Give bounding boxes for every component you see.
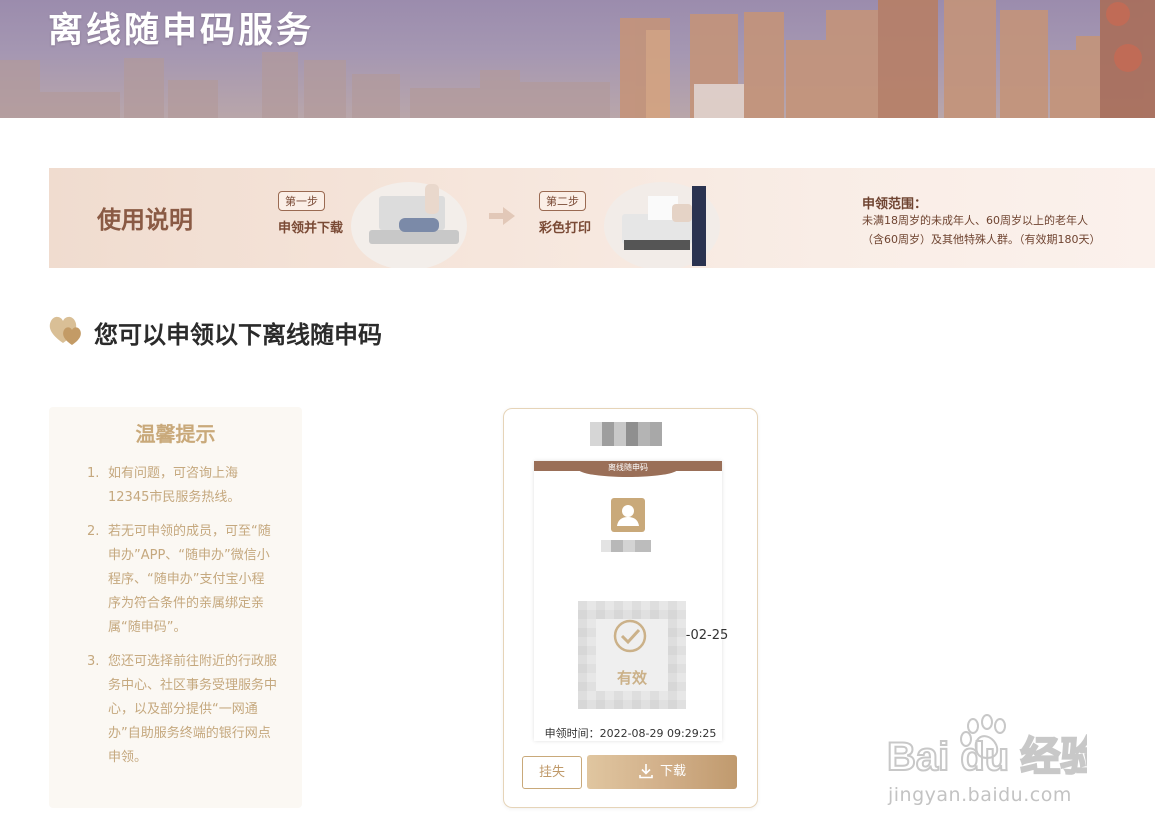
laptop-typing-image (351, 182, 467, 268)
scope-title: 申领范围： (862, 197, 928, 212)
download-icon (639, 763, 653, 778)
hearts-icon (49, 316, 81, 345)
baidu-jingyan-watermark-logo: Bai du 经验 (887, 714, 1087, 780)
tip-text: 您还可选择前往附近的行政服务中心、社区事务受理服务中心，以及部分提供“一网通办”… (108, 654, 278, 765)
report-lost-button[interactable]: 挂失 (522, 756, 582, 789)
holder-name-blurred (601, 540, 651, 552)
user-icon (617, 505, 639, 526)
arrow-right-icon (489, 207, 515, 225)
guide-title: 使用说明 (97, 206, 193, 234)
banner-title: 离线随申码服务 (48, 11, 315, 51)
tip-item: 2. 若无可申领的成员，可至“随申办”APP、“随申办”微信小程序、“随申办”支… (87, 520, 277, 640)
tip-text: 如有问题，可咨询上海12345市民服务热线。 (108, 466, 241, 505)
page-banner: 离线随申码服务 (0, 0, 1155, 118)
qr-status-text: 有效 (616, 669, 647, 687)
check-circle-icon (613, 619, 647, 653)
tip-item: 1. 如有问题，可咨询上海12345市民服务热线。 (87, 462, 277, 510)
code-header-title: 离线随申码 (578, 461, 678, 477)
step1-badge: 第一步 (278, 191, 325, 211)
step1-text: 申领并下载 (278, 221, 344, 236)
tips-title: 温馨提示 (135, 422, 216, 446)
step2-text: 彩色打印 (539, 221, 592, 236)
watermark-url: jingyan.baidu.com (888, 784, 1072, 806)
tip-item: 3. 您还可选择前往附近的行政服务中心、社区事务受理服务中心，以及部分提供“一网… (87, 650, 277, 770)
tip-number: 2. (87, 524, 100, 539)
watermark-logo-text: Bai du 经验 (887, 735, 1087, 779)
tips-panel: 温馨提示 1. 如有问题，可咨询上海12345市民服务热线。 2. 若无可申领的… (49, 407, 302, 808)
printer-image (604, 182, 720, 268)
download-button[interactable]: 下载 (587, 755, 737, 789)
tip-number: 3. (87, 654, 100, 669)
download-label: 下载 (659, 764, 686, 779)
scope-line-2: （含60周岁）及其他特殊人群。（有效期180天） (862, 233, 1101, 246)
section-title: 您可以申领以下离线随申码 (94, 321, 382, 349)
tips-list: 1. 如有问题，可咨询上海12345市民服务热线。 2. 若无可申领的成员，可至… (87, 462, 277, 780)
usage-instructions-strip: 使用说明 第一步 申领并下载 第二步 彩色打印 申领范围： 未满18周岁的未成年… (49, 168, 1155, 268)
tip-text: 若无可申领的成员，可至“随申办”APP、“随申办”微信小程序、“随申办”支付宝小… (108, 524, 271, 635)
member-name-blurred (590, 422, 662, 446)
step2-badge: 第二步 (539, 191, 586, 211)
offline-code-card: 离线随申码 有效期至：2023-02-25 有效 申领时间：2022-08-29… (503, 408, 758, 808)
code-preview: 离线随申码 有效期至：2023-02-25 有效 (534, 461, 728, 741)
apply-time-text: 申领时间：2022-08-29 09:29:25 (544, 727, 717, 740)
tip-number: 1. (87, 466, 100, 481)
scope-line-1: 未满18周岁的未成年人、60周岁以上的老年人 (862, 214, 1088, 227)
qr-code-blurred: 有效 (578, 601, 686, 709)
avatar (611, 498, 645, 532)
